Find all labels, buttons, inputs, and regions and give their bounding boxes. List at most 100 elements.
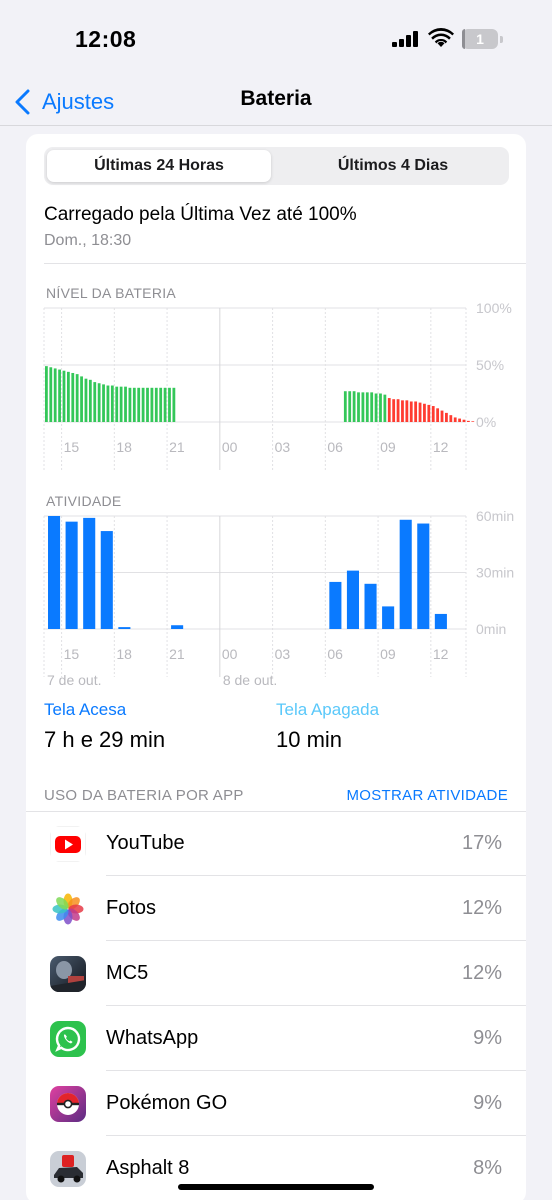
battery-bar (409, 401, 413, 422)
battery-bar (471, 421, 475, 422)
list-item-pokemon-go[interactable]: Pokémon GO 9% (26, 1071, 526, 1136)
battery-bar (449, 415, 453, 422)
asphalt-8-icon (50, 1151, 86, 1187)
photos-icon (50, 891, 86, 927)
list-item-mc5[interactable]: MC5 12% (26, 941, 526, 1006)
app-name: Asphalt 8 (106, 1157, 190, 1179)
battery-card: Últimas 24 Horas Últimos 4 Dias Carregad… (26, 134, 526, 1200)
battery-bar (440, 410, 444, 422)
battery-bar (462, 419, 466, 422)
battery-bar (159, 387, 163, 422)
show-activity-button[interactable]: MOSTRAR ATIVIDADE (346, 787, 508, 804)
status-bar: 12:08 1 (0, 0, 552, 80)
app-percent: 8% (473, 1157, 502, 1179)
list-item-asphalt-8[interactable]: Asphalt 8 8% (26, 1136, 526, 1200)
battery-bar (53, 368, 57, 422)
x-tick-label: 09 (380, 646, 396, 662)
activity-bar (48, 516, 61, 629)
battery-bar (88, 379, 92, 422)
battery-bar (168, 387, 171, 422)
battery-bar (141, 387, 145, 422)
segment-last-24-hours[interactable]: Últimas 24 Horas (47, 150, 271, 182)
battery-bar (458, 418, 462, 422)
battery-bar (405, 400, 409, 422)
battery-bar (423, 403, 426, 422)
activity-bar (382, 606, 395, 629)
battery-bar (146, 387, 149, 422)
y-tick-label: 0min (476, 621, 506, 637)
battery-level-chart: 100% 50% 0% 15 18 21 00 03 06 09 12 (43, 302, 512, 470)
x-tick-label: 03 (275, 646, 291, 662)
youtube-icon (50, 826, 86, 862)
battery-bar (110, 385, 114, 422)
page-title: Bateria (240, 87, 312, 110)
app-percent: 9% (473, 1092, 502, 1114)
battery-bar (365, 392, 369, 422)
battery-bar (132, 387, 136, 422)
y-tick-label: 0% (476, 414, 496, 430)
activity-bar (434, 613, 447, 629)
status-time: 12:08 (75, 26, 137, 52)
screen-off-value: 10 min (276, 727, 343, 752)
battery-bar (348, 391, 352, 422)
activity-bar (417, 523, 430, 629)
x-tick-label: 06 (327, 646, 343, 662)
battery-bar (418, 402, 422, 422)
battery-bar (357, 392, 360, 422)
whatsapp-icon (50, 1021, 86, 1057)
battery-bar (49, 367, 53, 422)
y-tick-label: 100% (476, 302, 512, 316)
screen-on-value: 7 h e 29 min (44, 727, 166, 752)
battery-level-label: NÍVEL DA BATERIA (46, 285, 177, 301)
date-label: 8 de out. (223, 672, 277, 685)
x-tick-label: 21 (169, 646, 185, 662)
battery-bar (128, 387, 132, 422)
x-tick-label: 21 (169, 439, 185, 455)
battery-bar (352, 391, 356, 422)
y-tick-label: 50% (476, 357, 504, 373)
battery-bar (392, 399, 396, 422)
x-tick-label: 12 (433, 439, 449, 455)
list-item-whatsapp[interactable]: WhatsApp 9% (26, 1006, 526, 1071)
battery-icon: 1 (462, 29, 503, 49)
cellular-signal-icon (392, 31, 418, 47)
battery-bar (93, 382, 97, 422)
battery-bar (80, 376, 83, 422)
app-percent: 12% (461, 897, 502, 919)
battery-bar (97, 383, 101, 422)
activity-bar (346, 570, 359, 629)
battery-bar (445, 412, 448, 422)
battery-bar (361, 392, 365, 422)
time-range-segmented-control: Últimas 24 Horas Últimos 4 Dias (44, 147, 509, 185)
x-tick-label: 15 (64, 439, 80, 455)
date-label: 7 de out. (47, 672, 102, 685)
x-tick-label: 15 (64, 646, 80, 662)
y-tick-label: 60min (476, 510, 514, 524)
battery-bar (401, 400, 404, 422)
battery-bar (387, 398, 391, 422)
battery-bar (75, 374, 79, 422)
list-item-fotos[interactable]: Fotos 12% (26, 876, 526, 941)
divider (44, 263, 526, 264)
battery-bar (71, 372, 75, 422)
battery-bar (102, 384, 105, 422)
app-percent: 9% (473, 1027, 502, 1049)
list-item-youtube[interactable]: YouTube 17% (26, 811, 526, 876)
x-tick-label: 00 (222, 439, 238, 455)
app-usage-list: YouTube 17% Fotos 12% MC5 12% WhatsApp 9… (26, 811, 526, 1200)
battery-bar (427, 404, 431, 422)
pokemon-go-icon (50, 1086, 86, 1122)
app-usage-header: USO DA BATERIA POR APP (44, 787, 244, 804)
activity-chart: 60min 30min 0min 15 18 21 00 03 06 09 12 7 de out. 8… (43, 510, 514, 685)
app-name: WhatsApp (106, 1027, 199, 1049)
activity-bar (171, 625, 184, 629)
segment-last-4-days[interactable]: Últimos 4 Dias (280, 150, 506, 182)
battery-level-text: 1 (476, 31, 484, 47)
x-tick-label: 06 (327, 439, 343, 455)
app-name: Fotos (106, 897, 157, 919)
battery-bar (119, 386, 123, 422)
battery-bar (172, 387, 176, 422)
battery-bar (436, 408, 440, 422)
mc5-icon (50, 956, 86, 992)
battery-bar (62, 370, 66, 422)
